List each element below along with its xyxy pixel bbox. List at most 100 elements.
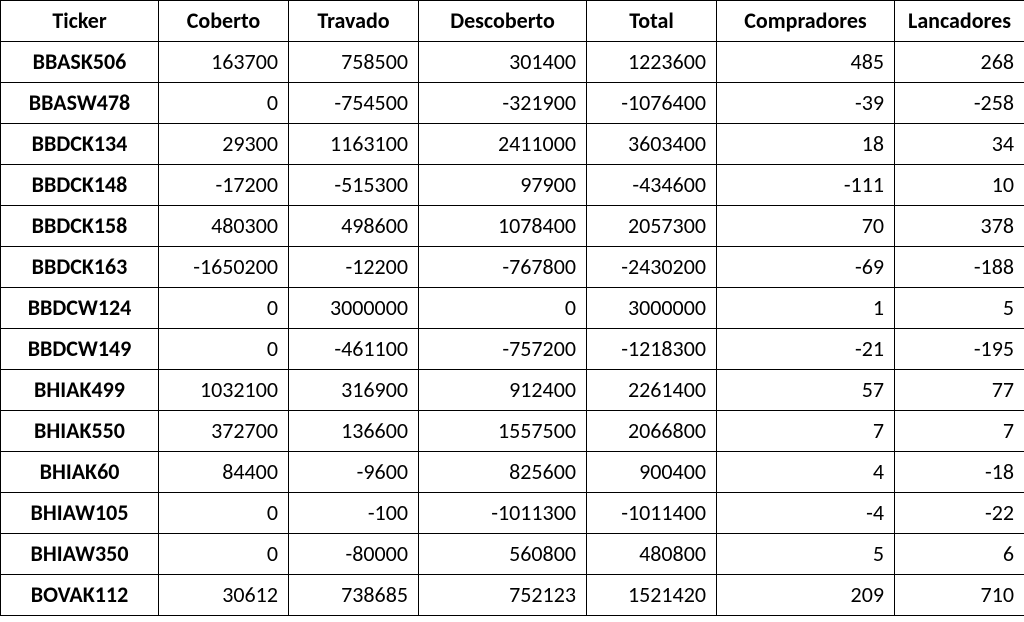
- cell-coberto: 1032100: [159, 370, 289, 411]
- cell-total: 2066800: [587, 411, 717, 452]
- cell-total: 2261400: [587, 370, 717, 411]
- table-header-row: Ticker Coberto Travado Descoberto Total …: [1, 1, 1024, 42]
- cell-descoberto: 560800: [419, 534, 587, 575]
- cell-lancadores: 34: [895, 124, 1024, 165]
- cell-descoberto: 912400: [419, 370, 587, 411]
- cell-coberto: -1650200: [159, 247, 289, 288]
- cell-lancadores: 6: [895, 534, 1024, 575]
- table-row: BHIAW3500-8000056080048080056: [1, 534, 1024, 575]
- cell-coberto: 0: [159, 83, 289, 124]
- cell-travado: -80000: [289, 534, 419, 575]
- cell-descoberto: 1078400: [419, 206, 587, 247]
- cell-travado: 136600: [289, 411, 419, 452]
- cell-lancadores: -22: [895, 493, 1024, 534]
- cell-total: 480800: [587, 534, 717, 575]
- cell-lancadores: 710: [895, 575, 1024, 616]
- header-coberto: Coberto: [159, 1, 289, 42]
- cell-descoberto: 301400: [419, 42, 587, 83]
- cell-lancadores: -188: [895, 247, 1024, 288]
- cell-travado: -12200: [289, 247, 419, 288]
- cell-descoberto: 2411000: [419, 124, 587, 165]
- cell-compradores: 7: [717, 411, 895, 452]
- cell-travado: 738685: [289, 575, 419, 616]
- table-row: BBDCK163-1650200-12200-767800-2430200-69…: [1, 247, 1024, 288]
- header-compradores: Compradores: [717, 1, 895, 42]
- cell-travado: 498600: [289, 206, 419, 247]
- cell-descoberto: 752123: [419, 575, 587, 616]
- cell-descoberto: -321900: [419, 83, 587, 124]
- cell-compradores: -4: [717, 493, 895, 534]
- cell-coberto: 0: [159, 534, 289, 575]
- cell-lancadores: 5: [895, 288, 1024, 329]
- cell-ticker: BHIAW105: [1, 493, 159, 534]
- cell-total: 1521420: [587, 575, 717, 616]
- cell-lancadores: 7: [895, 411, 1024, 452]
- cell-descoberto: -757200: [419, 329, 587, 370]
- cell-total: 900400: [587, 452, 717, 493]
- cell-coberto: 29300: [159, 124, 289, 165]
- header-travado: Travado: [289, 1, 419, 42]
- cell-travado: -754500: [289, 83, 419, 124]
- cell-travado: -100: [289, 493, 419, 534]
- table-row: BBASK5061637007585003014001223600485268: [1, 42, 1024, 83]
- cell-ticker: BHIAK550: [1, 411, 159, 452]
- cell-ticker: BBDCK134: [1, 124, 159, 165]
- cell-compradores: 70: [717, 206, 895, 247]
- cell-compradores: -39: [717, 83, 895, 124]
- cell-descoberto: 825600: [419, 452, 587, 493]
- header-ticker: Ticker: [1, 1, 159, 42]
- cell-coberto: 372700: [159, 411, 289, 452]
- cell-travado: 316900: [289, 370, 419, 411]
- options-summary-table: Ticker Coberto Travado Descoberto Total …: [0, 0, 1024, 616]
- cell-total: 3000000: [587, 288, 717, 329]
- cell-total: 3603400: [587, 124, 717, 165]
- cell-ticker: BBDCK148: [1, 165, 159, 206]
- cell-total: 1223600: [587, 42, 717, 83]
- cell-ticker: BHIAK60: [1, 452, 159, 493]
- cell-ticker: BHIAW350: [1, 534, 159, 575]
- cell-compradores: -69: [717, 247, 895, 288]
- cell-travado: -9600: [289, 452, 419, 493]
- cell-travado: 758500: [289, 42, 419, 83]
- cell-compradores: 18: [717, 124, 895, 165]
- cell-ticker: BHIAK499: [1, 370, 159, 411]
- header-total: Total: [587, 1, 717, 42]
- cell-ticker: BBDCK158: [1, 206, 159, 247]
- cell-lancadores: 268: [895, 42, 1024, 83]
- cell-travado: -461100: [289, 329, 419, 370]
- cell-coberto: -17200: [159, 165, 289, 206]
- cell-descoberto: -767800: [419, 247, 587, 288]
- cell-descoberto: 1557500: [419, 411, 587, 452]
- table-row: BBDCW124030000000300000015: [1, 288, 1024, 329]
- table-row: BOVAK112306127386857521231521420209710: [1, 575, 1024, 616]
- table-row: BHIAK6084400-96008256009004004-18: [1, 452, 1024, 493]
- table-row: BHIAW1050-100-1011300-1011400-4-22: [1, 493, 1024, 534]
- cell-total: -1076400: [587, 83, 717, 124]
- table-row: BHIAK499103210031690091240022614005777: [1, 370, 1024, 411]
- cell-descoberto: 0: [419, 288, 587, 329]
- cell-compradores: 209: [717, 575, 895, 616]
- cell-descoberto: 97900: [419, 165, 587, 206]
- header-lancadores: Lancadores: [895, 1, 1024, 42]
- cell-lancadores: 10: [895, 165, 1024, 206]
- cell-coberto: 0: [159, 329, 289, 370]
- cell-total: -2430200: [587, 247, 717, 288]
- cell-lancadores: 378: [895, 206, 1024, 247]
- cell-compradores: 1: [717, 288, 895, 329]
- table-row: BHIAK5503727001366001557500206680077: [1, 411, 1024, 452]
- cell-total: 2057300: [587, 206, 717, 247]
- cell-coberto: 480300: [159, 206, 289, 247]
- cell-lancadores: -195: [895, 329, 1024, 370]
- cell-compradores: -111: [717, 165, 895, 206]
- table-row: BBDCK134293001163100241100036034001834: [1, 124, 1024, 165]
- cell-travado: 1163100: [289, 124, 419, 165]
- cell-total: -1218300: [587, 329, 717, 370]
- cell-coberto: 163700: [159, 42, 289, 83]
- cell-ticker: BBDCW149: [1, 329, 159, 370]
- cell-lancadores: -258: [895, 83, 1024, 124]
- cell-coberto: 0: [159, 288, 289, 329]
- table-body: BBASK5061637007585003014001223600485268B…: [1, 42, 1024, 616]
- cell-ticker: BBASK506: [1, 42, 159, 83]
- cell-lancadores: -18: [895, 452, 1024, 493]
- cell-coberto: 84400: [159, 452, 289, 493]
